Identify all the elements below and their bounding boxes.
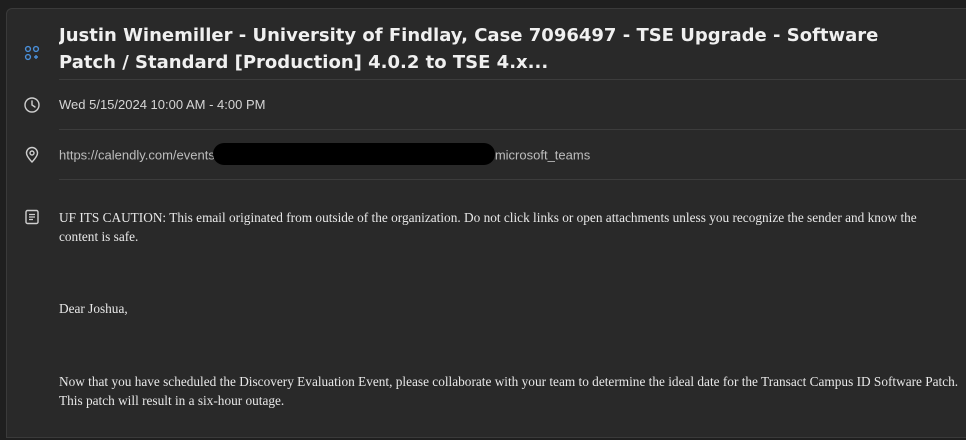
location-link-prefix[interactable]: https://calendly.com/events xyxy=(59,147,215,162)
event-title: Justin Winemiller - University of Findla… xyxy=(59,25,879,73)
group-icon xyxy=(23,44,41,62)
event-notes-section: UF ITS CAUTION: This email originated fr… xyxy=(7,180,966,440)
notes-icon xyxy=(23,208,41,226)
clock-icon xyxy=(23,96,41,114)
redacted-block xyxy=(212,143,495,165)
body-paragraph: Now that you have scheduled the Discover… xyxy=(59,374,959,408)
event-datetime: Wed 5/15/2024 10:00 AM - 4:00 PM xyxy=(59,97,266,112)
location-link-suffix[interactable]: microsoft_teams xyxy=(495,147,590,162)
event-location-row: https://calendly.com/events microsoft_tea… xyxy=(7,130,966,180)
caution-notice: UF ITS CAUTION: This email originated fr… xyxy=(59,210,917,244)
event-location-link[interactable]: https://calendly.com/events microsoft_tea… xyxy=(59,143,590,165)
event-details-panel: Justin Winemiller - University of Findla… xyxy=(6,8,966,438)
greeting: Dear Joshua, xyxy=(59,301,128,316)
location-pin-icon xyxy=(23,146,41,164)
event-datetime-row: Wed 5/15/2024 10:00 AM - 4:00 PM xyxy=(7,80,966,130)
